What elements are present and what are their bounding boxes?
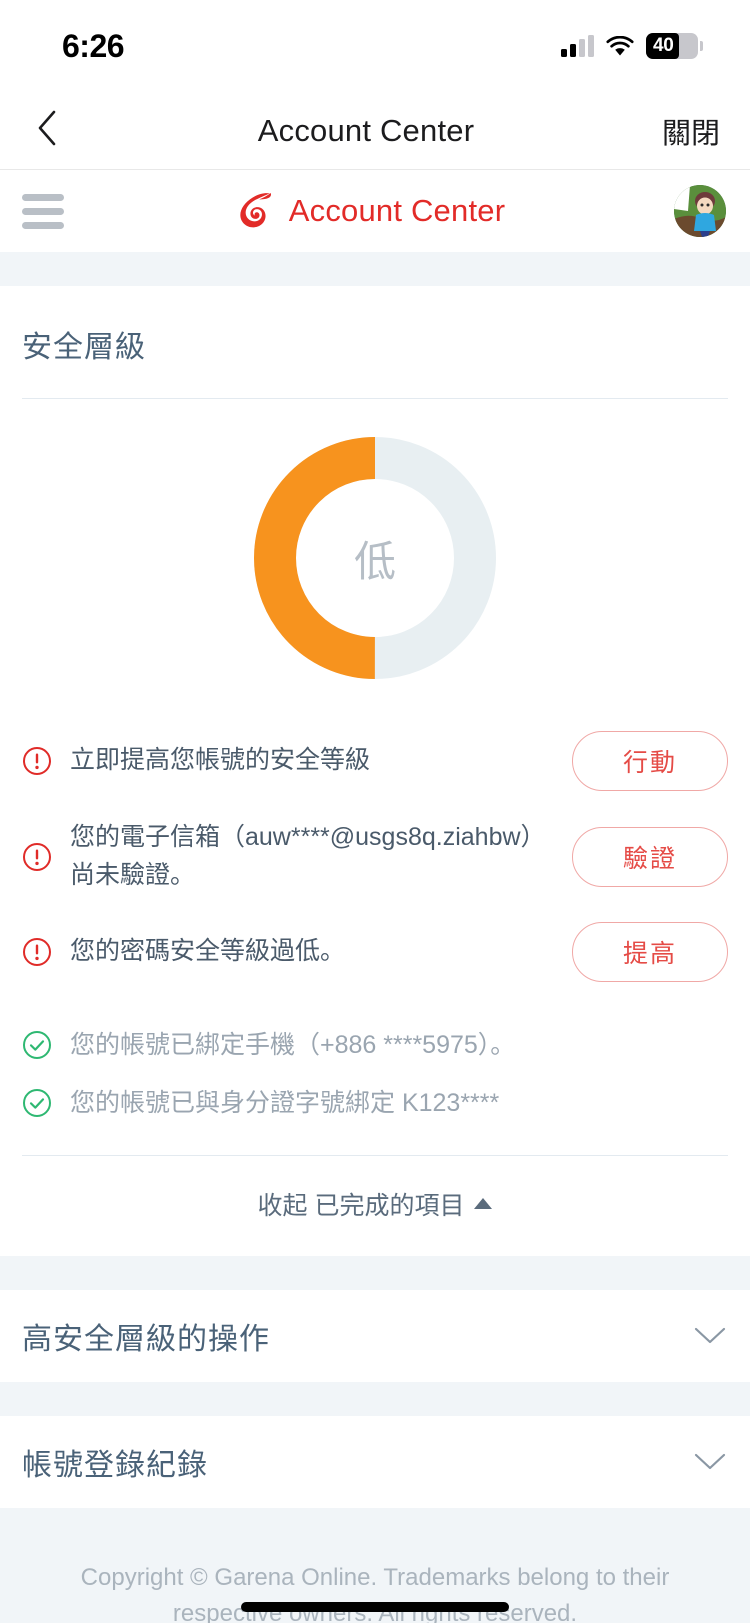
security-level-card: 安全層級 低 立即提高您帳號的安全等級 行動 您的電子信箱（auw****@us… <box>0 286 750 1256</box>
warning-circle-icon <box>22 937 52 967</box>
main-content: 安全層級 低 立即提高您帳號的安全等級 行動 您的電子信箱（auw****@us… <box>0 252 750 1623</box>
accordion-title: 帳號登錄紀錄 <box>22 1448 208 1482</box>
chevron-down-icon <box>694 1453 726 1471</box>
warning-circle-icon <box>22 842 52 872</box>
back-button[interactable] <box>24 108 70 154</box>
close-button[interactable]: 關閉 <box>662 110 720 152</box>
web-header: Account Center <box>0 170 750 252</box>
caret-up-icon <box>474 1198 493 1209</box>
status-time: 6:26 <box>62 27 125 64</box>
brand-logo[interactable]: Account Center <box>233 187 505 236</box>
issue-text: 立即提高您帳號的安全等級 <box>70 746 371 775</box>
issue-text: 您的電子信箱（auw****@usgs8q.ziahbw）尚未驗證。 <box>70 823 534 889</box>
security-gauge-label: 低 <box>353 537 396 585</box>
warning-circle-icon <box>22 746 52 776</box>
hamburger-menu-icon[interactable] <box>22 193 64 229</box>
chevron-down-icon <box>694 1327 726 1345</box>
status-bar: 6:26 40 <box>0 0 750 92</box>
security-gauge: 低 <box>22 399 728 707</box>
security-issue-row: 您的密碼安全等級過低。 提高 <box>22 908 728 996</box>
check-circle-icon <box>22 1030 52 1060</box>
issue-action-button[interactable]: 提高 <box>572 922 728 982</box>
wifi-icon <box>606 35 634 57</box>
top-spacer <box>0 252 750 286</box>
garena-logo-icon <box>233 187 277 236</box>
accordion-high-security-actions[interactable]: 高安全層級的操作 <box>0 1289 750 1382</box>
navigation-bar: Account Center 關閉 <box>0 92 750 170</box>
collapse-completed-toggle[interactable]: 收起 已完成的項目 <box>22 1156 728 1256</box>
completed-item: 您的帳號已綁定手機（+886 ****5975）。 <box>22 1016 728 1074</box>
completed-item-text: 您的帳號已與身分證字號綁定 K123**** <box>70 1089 500 1118</box>
chevron-left-icon <box>36 109 58 152</box>
accordion-title: 高安全層級的操作 <box>22 1322 270 1356</box>
avatar[interactable] <box>673 185 726 237</box>
security-issue-list: 立即提高您帳號的安全等級 行動 您的電子信箱（auw****@usgs8q.zi… <box>22 707 728 1000</box>
completed-item-list: 您的帳號已綁定手機（+886 ****5975）。 您的帳號已與身分證字號綁定 … <box>22 1000 728 1155</box>
security-issue-row: 您的電子信箱（auw****@usgs8q.ziahbw）尚未驗證。 驗證 <box>22 805 728 908</box>
status-indicators: 40 <box>561 33 703 59</box>
battery-icon: 40 <box>646 33 703 59</box>
phone-screen: 6:26 40 Account Center 關閉 Account Center… <box>0 0 750 1623</box>
issue-action-button[interactable]: 驗證 <box>572 826 728 887</box>
accordion-login-history[interactable]: 帳號登錄紀錄 <box>0 1415 750 1508</box>
cellular-signal-icon <box>561 35 594 57</box>
check-circle-icon <box>22 1088 52 1118</box>
battery-percent: 40 <box>653 35 674 56</box>
home-indicator[interactable] <box>241 1602 509 1612</box>
security-section-title: 安全層級 <box>22 331 146 364</box>
collapse-label: 收起 已完成的項目 <box>257 1191 465 1220</box>
completed-item: 您的帳號已與身分證字號綁定 K123**** <box>22 1074 728 1132</box>
brand-title: Account Center <box>288 193 506 228</box>
section-spacer <box>0 1255 750 1290</box>
issue-action-button[interactable]: 行動 <box>572 731 728 791</box>
copyright-text: Copyright © Garena Online. Trademarks be… <box>80 1563 670 1623</box>
page-title: Account Center <box>257 112 475 148</box>
security-issue-row: 立即提高您帳號的安全等級 行動 <box>22 717 728 805</box>
issue-text: 您的密碼安全等級過低。 <box>70 937 346 966</box>
section-spacer <box>0 1381 750 1416</box>
completed-item-text: 您的帳號已綁定手機（+886 ****5975）。 <box>70 1031 516 1059</box>
